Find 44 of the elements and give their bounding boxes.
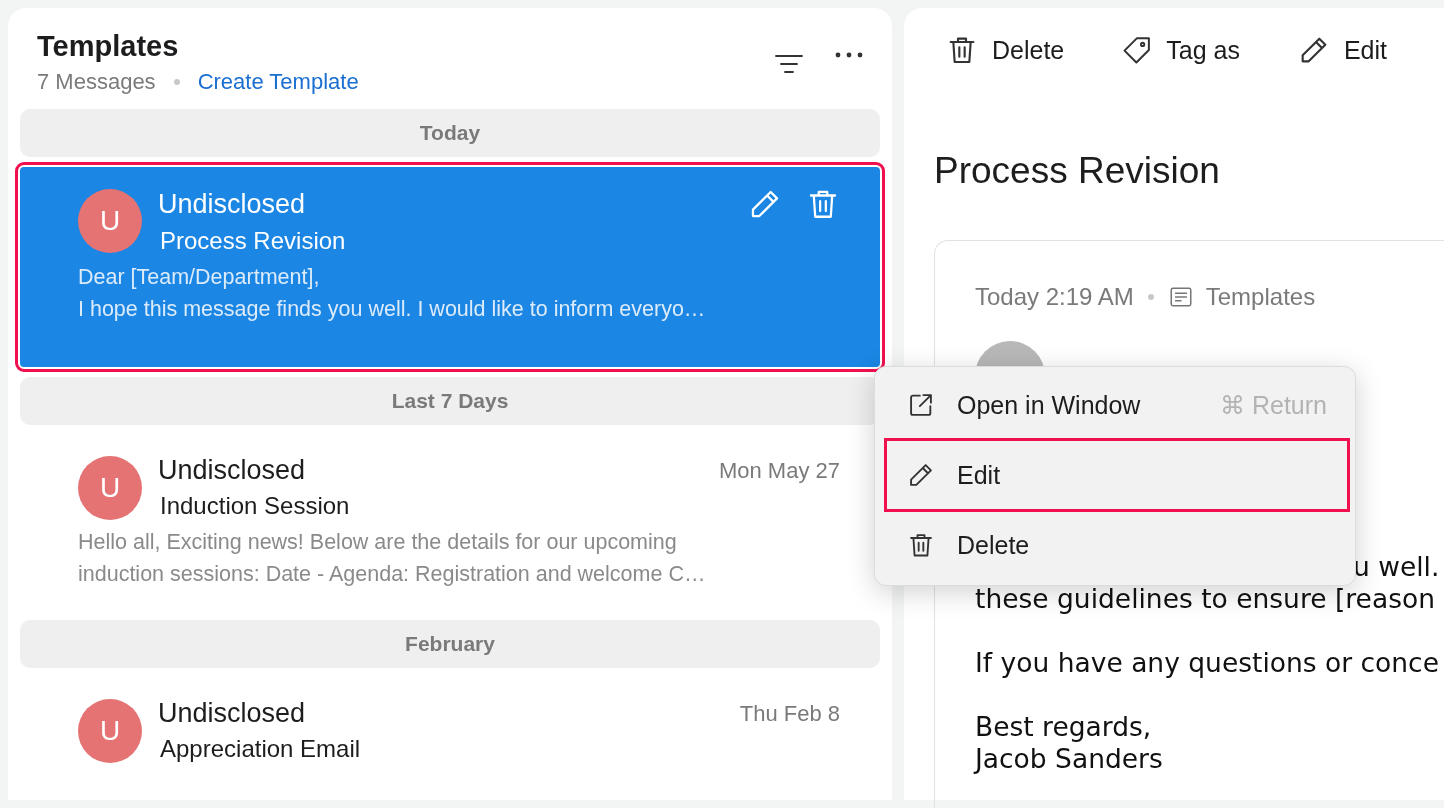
message-preview: Dear [Team/Department], xyxy=(78,264,321,291)
avatar: U xyxy=(78,189,142,253)
external-window-icon xyxy=(907,391,935,419)
message-count: 7 Messages xyxy=(37,69,156,95)
message-preview: Hello all, Exciting news! Below are the details for our upcoming xyxy=(78,529,678,556)
toolbar-button[interactable]: Tag as xyxy=(1122,34,1240,66)
filter-icon xyxy=(774,52,804,76)
avatar: U xyxy=(78,455,142,520)
message-date: Thu Feb 8 xyxy=(739,700,840,727)
trash-icon xyxy=(907,531,935,559)
body-text: If you have any questions or conce xyxy=(975,647,1440,679)
body-text: Jacob Sanders xyxy=(975,743,1164,775)
pencil-icon xyxy=(907,461,935,489)
menu-item[interactable]: Edit xyxy=(887,441,1347,509)
message-subject: Appreciation Email xyxy=(159,735,362,763)
tag-icon xyxy=(1122,35,1153,65)
filter-button[interactable] xyxy=(774,52,804,76)
sender-name: Undisclosed xyxy=(158,698,306,729)
more-button[interactable] xyxy=(834,52,864,58)
avatar: U xyxy=(78,698,142,763)
list-title: Templates xyxy=(37,30,180,63)
message-preview: induction sessions: Date - Agenda: Registration and welcome C… xyxy=(78,561,707,588)
body-text: Best regards, xyxy=(975,711,1153,743)
sender-name: Undisclosed xyxy=(158,188,306,220)
toolbar-button[interactable]: Delete xyxy=(946,34,1065,66)
message-time: Today 2:19 AM xyxy=(975,283,1134,311)
message-subject: Process Revision xyxy=(159,227,347,255)
toolbar-button[interactable]: Edit xyxy=(1297,34,1388,66)
separator-dot xyxy=(1147,294,1154,300)
section-header: Today xyxy=(20,109,880,157)
separator-dot xyxy=(173,79,180,85)
create-template-link[interactable]: Create Template xyxy=(197,69,359,95)
message-subject: Induction Session xyxy=(159,492,351,520)
section-header: February xyxy=(20,620,880,668)
shortcut-hint: ⌘ Return xyxy=(1220,390,1327,420)
message-date: Mon May 27 xyxy=(718,457,840,484)
more-icon xyxy=(834,52,864,58)
message-title: Process Revision xyxy=(934,150,1221,192)
sender-name: Undisclosed xyxy=(158,455,306,486)
folder-label: Templates xyxy=(1205,283,1316,311)
body-text: these guidelines to ensure [reason xyxy=(975,583,1436,615)
menu-item[interactable]: Delete xyxy=(887,511,1347,579)
message-preview: I hope this message finds you well. I would like to inform everyo… xyxy=(78,296,707,323)
menu-item[interactable]: Open in Window ⌘ Return xyxy=(887,371,1347,439)
